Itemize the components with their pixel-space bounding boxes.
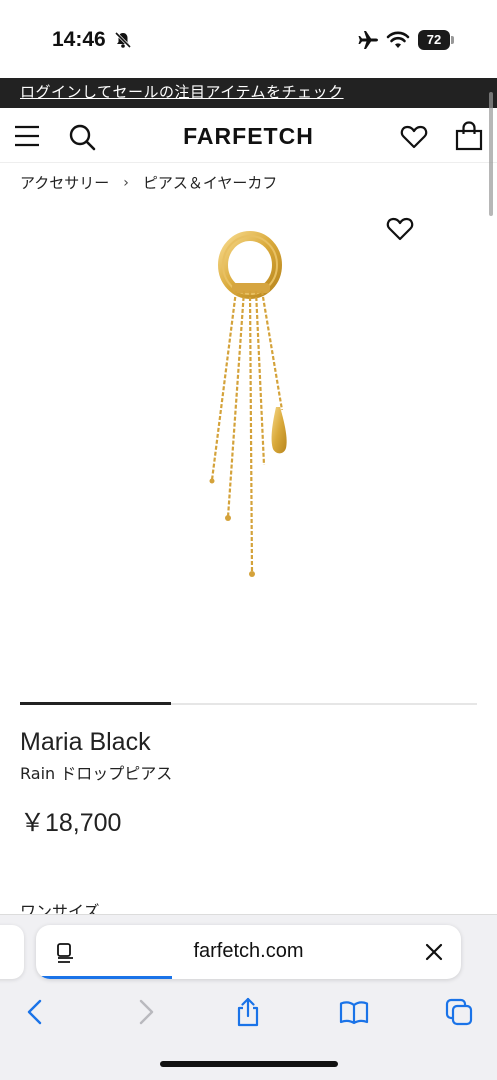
battery-icon: 72 — [418, 30, 450, 50]
page-scroll-indicator — [489, 92, 493, 216]
product-image[interactable] — [170, 225, 330, 585]
promo-login-link[interactable]: ログインしてセールの注目アイテムをチェック — [20, 81, 344, 102]
gallery-progress-fill — [20, 702, 171, 705]
airplane-icon — [358, 31, 378, 49]
breadcrumb: アクセサリー › ピアス＆イヤーカフ — [20, 172, 277, 193]
battery-cap — [451, 36, 454, 44]
breadcrumb-chevron-icon: › — [123, 174, 129, 191]
wifi-icon — [386, 31, 410, 48]
bookmarks-icon[interactable] — [339, 997, 369, 1027]
heart-icon[interactable] — [400, 124, 428, 150]
status-bar: 14:46 72 — [0, 0, 497, 78]
tabs-icon[interactable] — [444, 997, 474, 1027]
product-price: ￥18,700 — [20, 809, 122, 837]
breadcrumb-earrings[interactable]: ピアス＆イヤーカフ — [143, 172, 278, 193]
breadcrumb-accessories[interactable]: アクセサリー — [20, 172, 109, 193]
forward-icon[interactable] — [130, 997, 160, 1027]
bag-icon[interactable] — [455, 121, 483, 151]
promo-banner: ログインしてセールの注目アイテムをチェック — [0, 78, 497, 108]
product-brand[interactable]: Maria Black — [20, 728, 151, 757]
home-indicator — [160, 1061, 338, 1067]
share-icon[interactable] — [233, 997, 263, 1027]
site-header: FARFETCH — [0, 108, 497, 163]
browser-bottom-bar: farfetch.com — [0, 914, 497, 1080]
add-to-wishlist-heart-icon[interactable] — [386, 216, 414, 242]
close-icon[interactable] — [425, 943, 443, 961]
status-time: 14:46 — [52, 28, 106, 51]
product-name: Rain ドロップピアス — [20, 764, 173, 783]
bell-slash-icon — [114, 31, 132, 49]
back-icon[interactable] — [21, 997, 51, 1027]
previous-tab-preview[interactable] — [0, 925, 24, 979]
address-bar[interactable]: farfetch.com — [36, 925, 461, 979]
gallery-progress-track — [20, 702, 477, 705]
page-load-progress — [36, 976, 172, 979]
url-text[interactable]: farfetch.com — [36, 940, 461, 963]
